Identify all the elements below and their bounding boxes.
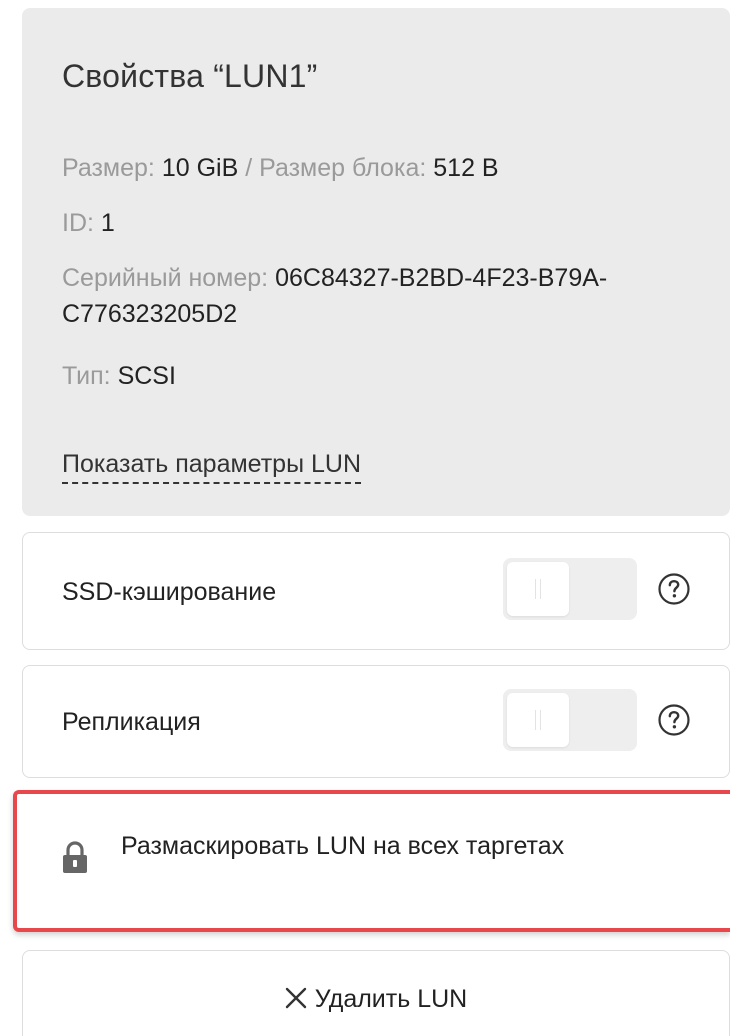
type-label: Тип:: [62, 362, 111, 390]
show-lun-params-link[interactable]: Показать параметры LUN: [62, 448, 362, 484]
serial-row: Серийный номер: 06C84327-B2BD-4F23-B79A-…: [62, 260, 702, 332]
grip-icon: [535, 579, 541, 599]
question-circle-icon[interactable]: [657, 572, 691, 606]
replication-label: Репликация: [62, 708, 201, 736]
unmask-lun-button[interactable]: Размаскировать LUN на всех таргетах: [13, 790, 730, 932]
size-row: Размер: 10 GiB / Размер блока: 512 B: [62, 150, 702, 186]
type-row: Тип: SCSI: [62, 358, 702, 394]
delete-lun-content: Удалить LUN: [23, 983, 729, 1015]
lun-properties-page: Свойства “LUN1” Размер: 10 GiB / Размер …: [0, 0, 730, 1036]
block-size-value: 512 B: [433, 154, 499, 182]
ssd-caching-toggle[interactable]: [503, 558, 637, 620]
size-value: 10 GiB: [161, 154, 239, 182]
serial-label: Серийный номер:: [62, 264, 269, 292]
size-separator: /: [245, 154, 253, 182]
type-value: SCSI: [117, 362, 176, 390]
question-circle-icon[interactable]: [657, 703, 691, 737]
replication-toggle[interactable]: [503, 689, 637, 751]
toggle-knob: [507, 562, 569, 616]
size-label: Размер:: [62, 154, 155, 182]
close-icon: [285, 985, 307, 1009]
panel-title: Свойства “LUN1”: [62, 58, 318, 94]
id-value: 1: [100, 209, 115, 237]
ssd-caching-label: SSD-кэширование: [62, 578, 277, 606]
delete-lun-button[interactable]: Удалить LUN: [22, 950, 730, 1036]
lun-properties-panel: Свойства “LUN1” Размер: 10 GiB / Размер …: [22, 8, 730, 516]
lock-icon: [62, 840, 88, 874]
replication-card: Репликация: [22, 665, 730, 778]
grip-icon: [535, 710, 541, 730]
id-row: ID: 1: [62, 205, 702, 241]
toggle-knob: [507, 693, 569, 747]
unmask-lun-label: Размаскировать LUN на всех таргетах: [121, 832, 565, 860]
id-label: ID:: [62, 209, 94, 237]
delete-lun-label: Удалить LUN: [314, 985, 468, 1013]
block-size-label: Размер блока:: [259, 154, 427, 182]
ssd-caching-card: SSD-кэширование: [22, 532, 730, 650]
